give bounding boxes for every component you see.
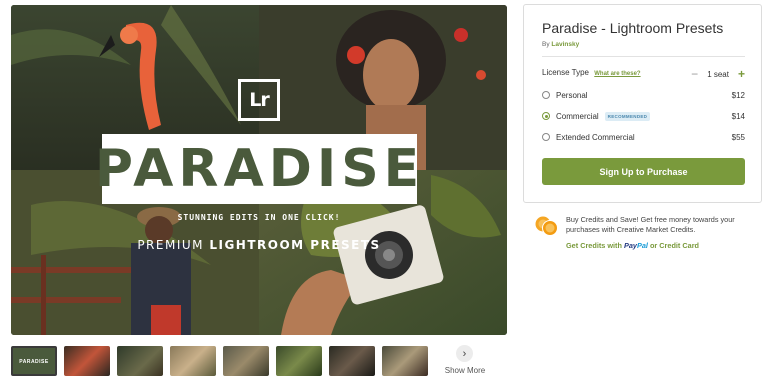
lightroom-logo: Lr: [238, 79, 280, 121]
preview-subtitle-prefix: PREMIUM: [137, 238, 204, 252]
product-preview-image[interactable]: Lr PARADISE STUNNING EDITS IN ONE CLICK!…: [11, 5, 507, 335]
radio-personal[interactable]: [542, 91, 550, 99]
radio-extended[interactable]: [542, 133, 550, 141]
coins-icon: [535, 216, 558, 236]
preview-subtitle: PREMIUM LIGHTROOM PRESETS: [11, 238, 507, 252]
thumbnail-6[interactable]: [276, 346, 322, 376]
purchase-card: Paradise - Lightroom Presets By Lavinsky…: [523, 4, 762, 203]
license-option-name: Commercial: [556, 111, 599, 121]
preview-subtitle-bold: LIGHTROOM PRESETS: [209, 238, 381, 252]
plus-icon[interactable]: +: [738, 67, 745, 81]
chevron-right-icon: ›: [462, 347, 467, 360]
preview-title-box: PARADISE: [95, 134, 419, 204]
license-type-label: License Type What are these?: [542, 68, 641, 77]
preview-title: PARADISE: [94, 139, 425, 199]
thumbnail-7[interactable]: [329, 346, 375, 376]
thumbnail-label: PARADISE: [19, 359, 49, 365]
get-credits-suffix: or Credit Card: [649, 241, 700, 250]
get-credits-prefix: Get Credits with: [566, 241, 622, 250]
preview-tagline: STUNNING EDITS IN ONE CLICK!: [177, 213, 341, 222]
show-more-button[interactable]: ›: [456, 345, 473, 362]
product-title: Paradise - Lightroom Presets: [542, 20, 724, 36]
license-option-price: $55: [731, 132, 745, 142]
license-option-price: $14: [731, 111, 745, 121]
radio-commercial[interactable]: [542, 112, 550, 120]
license-help-link[interactable]: What are these?: [594, 71, 640, 77]
thumbnail-8[interactable]: [382, 346, 428, 376]
license-option-price: $12: [731, 90, 745, 100]
seat-count: 1 seat: [707, 69, 729, 79]
license-option-personal[interactable]: Personal $12: [542, 88, 745, 102]
sign-up-to-purchase-button[interactable]: Sign Up to Purchase: [542, 158, 745, 185]
by-prefix: By: [542, 41, 550, 48]
author-link[interactable]: Lavinsky: [551, 41, 579, 48]
license-option-extended[interactable]: Extended Commercial $55: [542, 130, 745, 144]
license-option-name: Extended Commercial: [556, 132, 635, 142]
thumbnail-1[interactable]: PARADISE: [11, 346, 57, 376]
thumbnail-4[interactable]: [170, 346, 216, 376]
thumbnail-5[interactable]: [223, 346, 269, 376]
product-author-line: By Lavinsky: [542, 41, 579, 48]
thumbnail-2[interactable]: [64, 346, 110, 376]
seat-stepper: − 1 seat +: [691, 67, 745, 81]
get-credits-link[interactable]: Get Credits with PayPal or Credit Card: [566, 241, 699, 250]
paypal-logo: PayPal: [623, 241, 648, 250]
recommended-badge: RECOMMENDED: [604, 111, 651, 121]
license-option-name: Personal: [556, 90, 588, 100]
divider: [542, 56, 745, 57]
license-option-commercial[interactable]: Commercial RECOMMENDED $14: [542, 109, 745, 123]
license-type-text: License Type: [542, 68, 589, 77]
lightroom-logo-text: Lr: [249, 89, 270, 111]
show-more-label[interactable]: Show More: [440, 366, 490, 375]
minus-icon[interactable]: −: [691, 67, 698, 81]
thumbnail-3[interactable]: [117, 346, 163, 376]
credits-promo-text: Buy Credits and Save! Get free money tow…: [566, 215, 735, 234]
